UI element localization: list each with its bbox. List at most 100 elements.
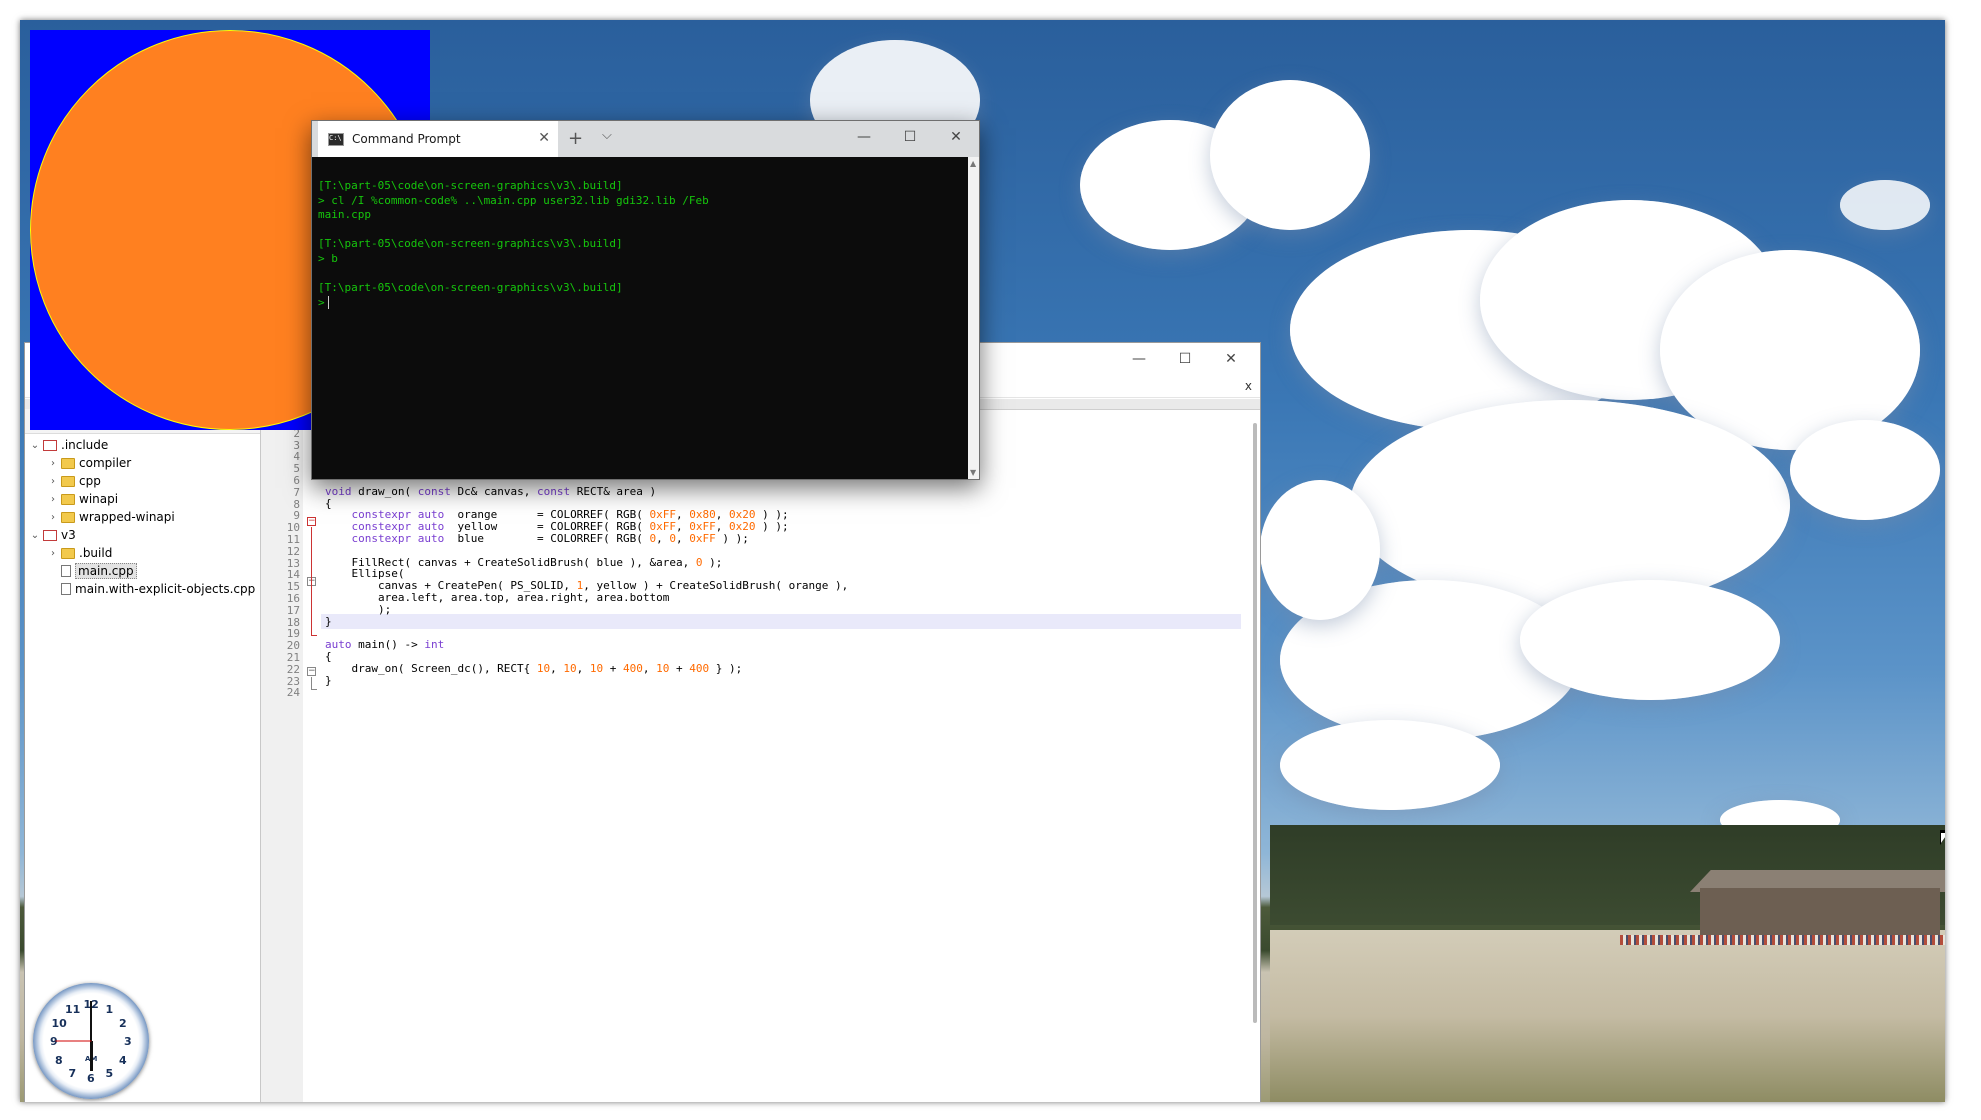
cmd-titlebar[interactable]: C:\ Command Prompt ✕ + ⌵ — ☐ ✕ (312, 121, 979, 157)
cmd-output-line: > cl /I %common-code% ..\main.cpp user32… (318, 193, 709, 207)
cmd-output-line: [T:\part-05\code\on-screen-graphics\v3\.… (318, 179, 623, 192)
clock-hour-hand (89, 1041, 93, 1071)
cmd-output-line: [T:\part-05\code\on-screen-graphics\v3\.… (318, 237, 623, 251)
tree-item[interactable]: main.cpp (25, 562, 260, 580)
tree-item[interactable]: ⌄ v3 (25, 526, 260, 544)
chevron-icon[interactable]: › (47, 548, 59, 559)
terminal-icon: C:\ (328, 132, 344, 146)
chevron-icon[interactable]: ⌄ (29, 530, 41, 541)
folder-icon (61, 493, 75, 505)
tree-item[interactable]: › compiler (25, 454, 260, 472)
cmd-minimize-button[interactable]: — (841, 121, 887, 153)
cmd-output-line: > b (318, 252, 338, 265)
cloud (1790, 420, 1940, 520)
clock-second-hand (55, 1040, 91, 1042)
scroll-up-icon[interactable]: ▲ (970, 159, 976, 168)
tree-item-label: .build (79, 546, 113, 560)
clock-number: 7 (68, 1067, 77, 1081)
close-tab-icon[interactable]: ✕ (538, 130, 550, 146)
code-line: void draw_on( const Dc& canvas, const RE… (325, 484, 657, 498)
clock-number: 10 (51, 1016, 67, 1030)
desktop-screen: — ☐ ✕ x ⇲ ⇱ ◈ ⌄.include›compiler›cpp›win… (20, 20, 1945, 1102)
fold-toggle-icon[interactable]: − (307, 667, 316, 676)
project-tree: ⌄ .include › compiler › cpp › winapi › wrapped-wi… (25, 434, 260, 598)
tree-item-label: v3 (61, 528, 76, 542)
line-numbers: 123456789101112131415161718192021222324 (279, 409, 303, 1102)
cloud (1280, 720, 1500, 810)
cloud (1840, 180, 1930, 230)
tree-item[interactable]: main.with-explicit-objects.cpp (25, 580, 260, 598)
cmd-output[interactable]: [T:\part-05\code\on-screen-graphics\v3\.… (312, 157, 968, 479)
scroll-down-icon[interactable]: ▼ (970, 468, 976, 477)
close-tab-icon[interactable]: x (1245, 379, 1252, 393)
tree-item-label: main.cpp (75, 563, 137, 579)
mouse-pointer-fill (1941, 833, 1945, 843)
clock-number: 3 (124, 1035, 132, 1048)
tree-item-label: .include (61, 438, 109, 452)
cmd-maximize-button[interactable]: ☐ (887, 121, 933, 153)
project-icon (43, 439, 57, 451)
cmd-output-line: [T:\part-05\code\on-screen-graphics\v3\.… (318, 281, 623, 295)
cmd-scrollbar[interactable]: ▲ ▼ (968, 157, 979, 479)
tree-item[interactable]: ⌄ .include (25, 436, 260, 454)
cloud (1260, 480, 1380, 620)
command-prompt-window: C:\ Command Prompt ✕ + ⌵ — ☐ ✕ [T:\part-… (311, 120, 980, 480)
editor-scrollbar[interactable] (1253, 423, 1257, 1023)
ide-close-button[interactable]: ✕ (1208, 343, 1254, 375)
tree-item-label: wrapped-winapi (79, 510, 175, 524)
ide-maximize-button[interactable]: ☐ (1162, 343, 1208, 375)
cloud (1520, 580, 1780, 700)
cmd-output-line: main.cpp (318, 208, 371, 222)
crowd (1620, 935, 1945, 945)
tree-item[interactable]: › .build (25, 544, 260, 562)
project-icon (43, 529, 57, 541)
clock-number: 11 (65, 1002, 81, 1016)
cmd-tab[interactable]: C:\ Command Prompt ✕ (318, 121, 558, 157)
cmd-close-button[interactable]: ✕ (933, 121, 979, 153)
tab-dropdown-button[interactable]: ⌵ (602, 128, 612, 143)
tree-item-label: main.with-explicit-objects.cpp (75, 582, 256, 596)
fold-margin: − − − (305, 409, 319, 1102)
clock-number: 2 (119, 1016, 127, 1030)
new-tab-button[interactable]: + (568, 128, 583, 149)
tree-item[interactable]: › wrapped-winapi (25, 508, 260, 526)
code-line: constexpr auto blue = COLORREF( RGB( 0, … (351, 532, 749, 545)
clock-number: 9 (50, 1035, 58, 1048)
file-icon (61, 565, 71, 577)
tree-item-label: winapi (79, 492, 119, 506)
analog-clock: 121234567891011AM (33, 983, 149, 1099)
clock-number: 8 (54, 1053, 63, 1067)
tree-item-label: compiler (79, 456, 132, 470)
code-line: } (325, 673, 332, 687)
tree-item[interactable]: › winapi (25, 490, 260, 508)
ground (1270, 930, 1945, 1102)
chevron-icon[interactable]: › (47, 512, 59, 523)
current-line-highlight (321, 613, 1241, 629)
code-line: } (325, 614, 332, 628)
project-tree-panel: ⇲ ⇱ ◈ ⌄.include›compiler›cpp›winapi›wrap… (25, 409, 261, 1102)
fold-toggle-icon[interactable]: − (307, 517, 316, 526)
chevron-icon[interactable]: › (47, 476, 59, 487)
lodge-building (1700, 888, 1940, 940)
clock-minute-hand (90, 1001, 92, 1041)
clock-number: 5 (105, 1067, 114, 1081)
tree-item-label: cpp (79, 474, 101, 488)
ide-minimize-button[interactable]: — (1116, 343, 1162, 375)
folder-icon (61, 475, 75, 487)
cloud (1210, 80, 1370, 230)
file-icon (61, 583, 71, 595)
editor-gutter (261, 409, 280, 1102)
code-line: ); (325, 602, 392, 616)
folder-icon (61, 547, 75, 559)
clock-number: 4 (119, 1053, 127, 1067)
clock-number: 1 (105, 1002, 114, 1016)
code-line: auto main() -> int (325, 638, 445, 652)
code-line: draw_on( Screen_dc(), RECT{ 10, 10, 10 +… (325, 661, 743, 675)
chevron-icon[interactable]: ⌄ (29, 440, 41, 451)
chevron-icon[interactable]: › (47, 458, 59, 469)
cmd-output-line: > (318, 295, 325, 309)
chevron-icon[interactable]: › (47, 494, 59, 505)
code-editor[interactable]: namespace gdi = winapi::gdi;using gdi::D… (321, 409, 1241, 1102)
tree-item[interactable]: › cpp (25, 472, 260, 490)
folder-icon (61, 457, 75, 469)
